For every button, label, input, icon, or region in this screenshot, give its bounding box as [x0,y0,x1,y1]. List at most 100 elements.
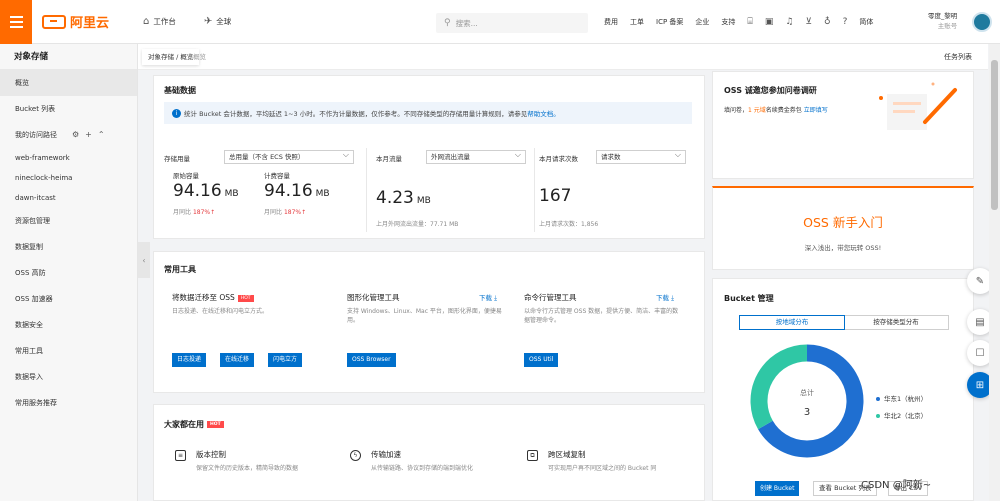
avatar[interactable] [972,12,992,32]
sidebar-item-web-framework[interactable]: web-framework [0,148,137,168]
lightbulb-icon[interactable]: ♁ [824,17,831,27]
popular-title-text: 大家都在用 [164,420,204,429]
user-info[interactable]: 零度_黎明 主账号 [928,11,957,31]
gui-tool-title: 图形化管理工具 [347,293,400,302]
version-control-desc: 保留文件的历史版本，精简导致的数据 [196,465,299,472]
chevron-up-icon[interactable]: ⌃ [98,130,111,139]
workbench-link[interactable]: ⌂ 工作台 [143,16,176,27]
watermark: CSDN @阿新~ [861,480,932,491]
original-label: 原始容量 [173,172,199,180]
info-text: 统计 Bucket 会计数据，平均延迟 1~3 小时。不作为计量数据，仅作参考。… [184,110,528,118]
nav-enterprise[interactable]: 企业 [695,17,709,27]
sidebar-item-data-security[interactable]: 数据安全 [0,312,137,338]
sidebar-item-my-paths[interactable]: 我的访问路径 ⚙+⌃ [0,122,137,148]
tools-card: 常用工具 将数据迁移至 OSS HOT 日志投递、在线迁移和闪电立方式。 日志投递… [153,251,705,393]
cloudshell-icon[interactable]: ⌸ [747,17,752,27]
oss-util-button[interactable]: OSS Util [524,353,559,367]
create-bucket-button[interactable]: 创建 Bucket [755,481,800,496]
cross-region-desc: 可实现用户再不同区域之间的 Bucket 同 [548,465,657,472]
gui-tool-desc: 支持 Windows、Linux、Mac 平台，图形化界面，便捷易用。 [347,308,502,324]
globe-icon: ✈ [203,16,213,27]
oss-browser-button[interactable]: OSS Browser [347,353,396,367]
guide-card[interactable]: OSS 新手入门 深入浅出，带您玩转 OSS! [712,186,974,270]
billing-mom: 月同比 187%↑ [264,207,306,216]
survey-title: OSS 诚邀您参加问卷调研 [724,86,817,95]
sidebar-title: 对象存储 [0,44,137,70]
popular-card: 大家都在用 HOT ≡ 版本控制 保留文件的历史版本，精简导致的数据 ϟ 传输加速… [153,404,705,501]
requests-select[interactable]: 请求数 [596,149,686,164]
sidebar-item-dawn-itcast[interactable]: dawn-itcast [0,188,137,208]
nav-fees[interactable]: 费用 [604,17,618,27]
sidebar-item-data-import[interactable]: 数据导入 [0,364,137,390]
lightning-cube-button[interactable]: 闪电立方 [268,353,303,367]
donut-total-value: 3 [803,407,811,418]
cross-region-icon: ⧉ [527,450,538,461]
legend-dot [876,397,880,401]
donut-total-label: 总计 [800,389,814,397]
workbench-label: 工作台 [153,17,176,26]
version-control-icon: ≡ [175,450,186,461]
nav-tickets[interactable]: 工单 [630,17,644,27]
original-unit: MB [224,189,239,199]
online-migration-button[interactable]: 在线迁移 [220,353,255,367]
bell-icon[interactable]: ♫ [785,17,793,27]
terminal-icon[interactable]: ▣ [765,17,774,27]
sidebar-item-resource-packs[interactable]: 资源包管理 [0,208,137,234]
billing-unit: MB [315,189,330,199]
language-switch[interactable]: 简体 [859,17,873,27]
cli-download-link[interactable]: 下载 ⤓ [656,292,674,303]
sidebar-item-oss-accelerator[interactable]: OSS 加速器 [0,286,137,312]
brand-logo[interactable]: 阿里云 [42,12,109,31]
tab-by-region[interactable]: 按地域分布 [739,315,845,330]
survey-link[interactable]: 立即填写 [804,107,828,114]
sidebar-item-data-replication[interactable]: 数据复制 [0,234,137,260]
user-name: 零度_黎明 [928,12,958,20]
help-icon[interactable]: ? [843,17,848,27]
sidebar-item-tools[interactable]: 常用工具 [0,338,137,364]
plus-icon[interactable]: + [85,130,98,139]
region-selector[interactable]: ✈ 全球 [204,16,231,27]
original-mom-label: 月同比 [173,209,192,216]
sidebar-item-recommended[interactable]: 常用服务推荐 [0,390,137,416]
requests-last-month: 上月请求次数：1,856 [539,221,599,228]
survey-desc: 填问卷，1 元域名续费金券包 立即填写 [724,106,828,115]
tab-by-storage-class[interactable]: 按存储类型分布 [844,316,948,329]
basic-data-title: 基础数据 [164,86,196,95]
transfer-accel-title[interactable]: 传输加速 [371,449,401,460]
divider [534,148,535,232]
nav-icp[interactable]: ICP 备案 [656,17,683,27]
bucket-card: Bucket 管理 按地域分布 按存储类型分布 总计 3 华东1（杭州） 华北2… [712,278,974,501]
traffic-select[interactable]: 外网流出流量 [426,149,526,164]
popular-title: 大家都在用 HOT [164,419,224,430]
sidebar-item-nineclock-heima[interactable]: nineclock-heima [0,168,137,188]
cli-tool-desc: 以命令行方式管理 OSS 数据，提供方便、简洁、丰富的数据管理命令。 [524,308,679,324]
version-control-title[interactable]: 版本控制 [196,449,226,460]
sidebar-item-bucket-list[interactable]: Bucket 列表 [0,96,137,122]
task-list-link[interactable]: 任务列表 [944,49,972,65]
storage-select[interactable]: 总用量（不含 ECS 快照） [224,149,354,164]
basic-data-card: 基础数据 i 统计 Bucket 会计数据，平均延迟 1~3 小时。不作为计量数… [153,75,705,239]
billing-mom-pct: 187%↑ [283,209,307,216]
download-icon: ⤓ [671,294,674,302]
download-label: 下载 [656,294,669,302]
survey-card: OSS 诚邀您参加问卷调研 填问卷，1 元域名续费金券包 立即填写 [712,71,974,179]
original-mom: 月同比 187%↑ [173,207,215,216]
guide-title: OSS 新手入门 [803,215,883,230]
help-doc-link[interactable]: 帮助文档。 [527,108,560,118]
original-value: 94.16 MB [173,181,239,201]
cart-icon[interactable]: ⊻ [805,17,812,27]
sidebar-item-overview[interactable]: 概览 [0,70,137,96]
scrollbar-thumb[interactable] [991,60,998,210]
nav-support[interactable]: 支持 [721,17,735,27]
search-input[interactable]: ⚲ 搜索... [436,13,588,33]
gui-download-link[interactable]: 下载 ⤓ [479,292,497,303]
breadcrumb: 对象存储 / 概览 概览 任务列表 [138,44,988,70]
survey-desc-b: 1 元域 [748,107,766,114]
menu-icon[interactable] [0,0,32,44]
bucket-tabs: 按地域分布 按存储类型分布 [739,315,949,330]
cross-region-title[interactable]: 跨区域复制 [548,449,586,460]
gear-icon[interactable]: ⚙ [72,130,85,139]
log-delivery-button[interactable]: 日志投递 [172,353,207,367]
sidebar-item-oss-ddos[interactable]: OSS 高防 [0,260,137,286]
legend-item: 华东1（杭州） [876,393,927,403]
